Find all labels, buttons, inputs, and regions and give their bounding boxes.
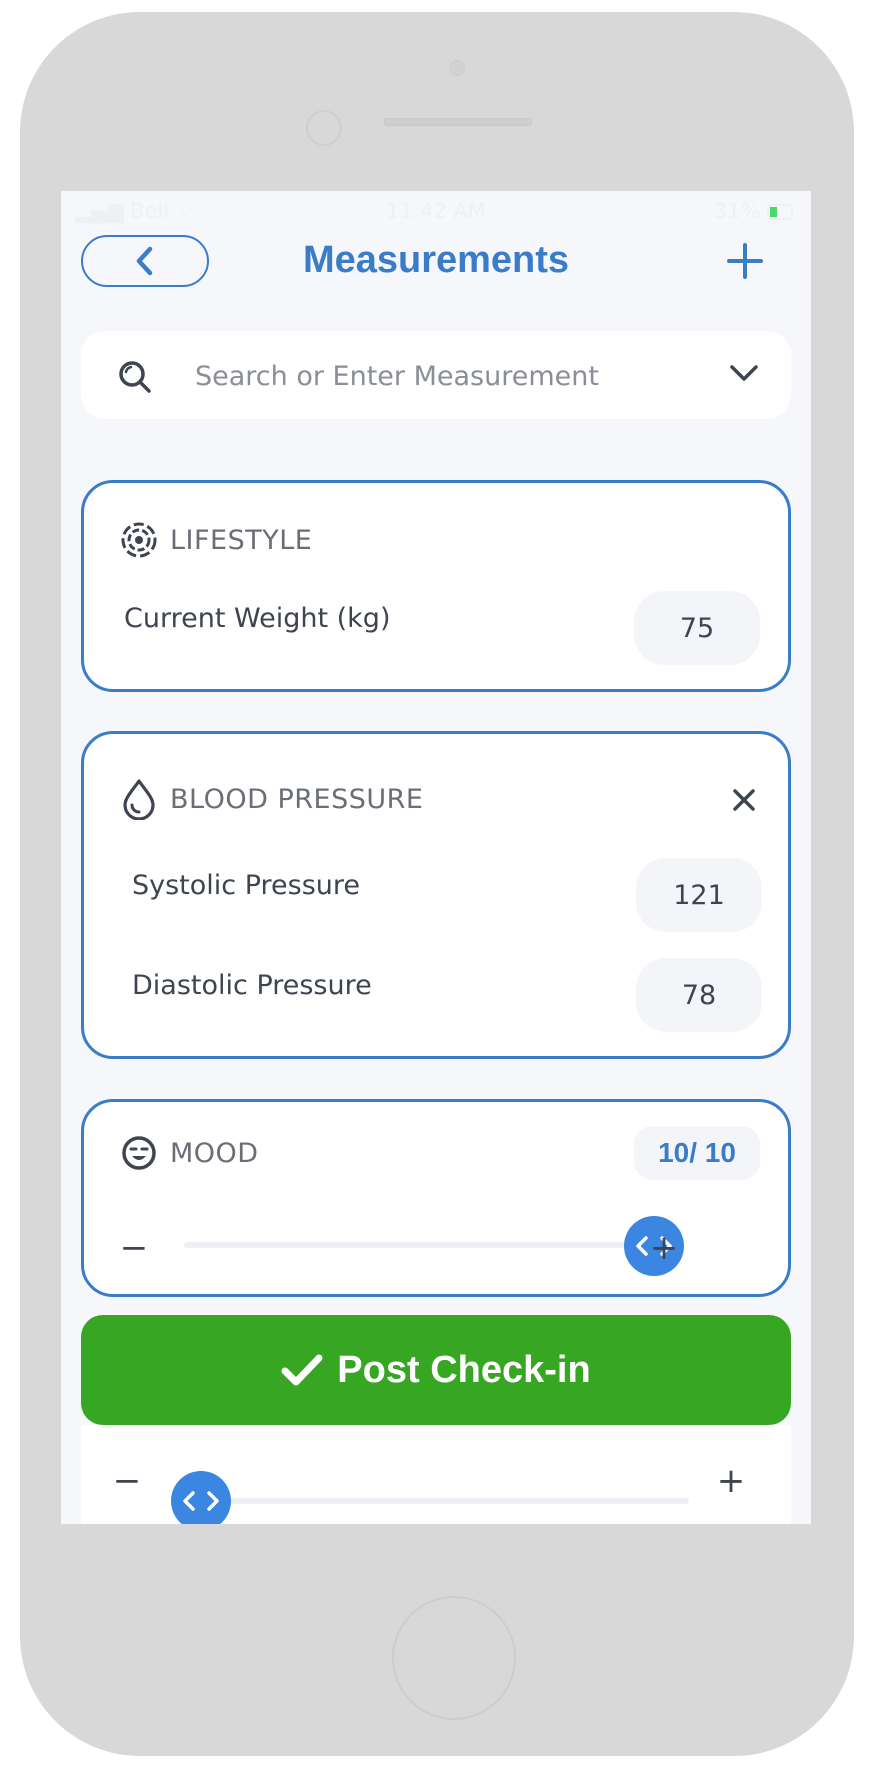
lifestyle-icon [121, 522, 157, 558]
droplet-icon [123, 779, 155, 820]
post-check-in-button[interactable]: Post Check-in [81, 1315, 791, 1425]
status-battery: 31% [714, 199, 793, 223]
status-bar: ▂▄▆ Bell ⌔ 11:42 AM 31% [61, 191, 811, 231]
app-screen: ▂▄▆ Bell ⌔ 11:42 AM 31% Measurements Sea… [61, 191, 811, 1524]
weight-label: Current Weight (kg) [124, 603, 391, 634]
post-check-in-label: Post Check-in [337, 1348, 591, 1391]
mood-decrease-button[interactable]: − [114, 1228, 154, 1268]
home-button[interactable] [392, 1596, 516, 1720]
blood-pressure-card: BLOOD PRESSURE Systolic Pressure 121 Dia… [81, 731, 791, 1059]
lifestyle-title: LIFESTYLE [170, 524, 313, 556]
slider-arrows-icon [183, 1491, 219, 1511]
blood-pressure-header: BLOOD PRESSURE [120, 778, 423, 820]
search-bar [81, 331, 791, 419]
phone-camera [306, 110, 342, 146]
battery-percent: 31% [713, 199, 761, 223]
status-time: 11:42 AM [386, 199, 486, 223]
search-icon [119, 361, 151, 393]
mood-score-badge: 10/ 10 [634, 1126, 760, 1180]
systolic-label: Systolic Pressure [132, 870, 361, 901]
blood-pressure-title: BLOOD PRESSURE [170, 783, 424, 815]
mood-increase-button[interactable]: + [644, 1228, 684, 1268]
mood-slider-track[interactable] [184, 1242, 644, 1248]
lifestyle-header: LIFESTYLE [120, 521, 312, 559]
diastolic-value-field[interactable]: 78 [636, 958, 762, 1032]
page-title: Measurements [302, 239, 570, 281]
search-input[interactable] [193, 349, 697, 403]
plus-icon [727, 243, 763, 279]
chevron-down-icon[interactable] [729, 363, 759, 383]
mood-title: MOOD [170, 1137, 259, 1169]
lower-slider-track[interactable] [197, 1498, 689, 1504]
lower-decrease-button[interactable]: − [107, 1461, 147, 1501]
systolic-value-field[interactable]: 121 [636, 858, 762, 932]
mood-card: MOOD 10/ 10 − + [81, 1099, 791, 1297]
smiley-icon [122, 1136, 156, 1170]
weight-value-field[interactable]: 75 [634, 591, 760, 665]
mood-header: MOOD [120, 1134, 259, 1172]
phone-speaker [384, 118, 532, 126]
partial-card: − + [81, 1425, 791, 1524]
phone-sensor [449, 60, 465, 76]
add-measurement-button[interactable] [721, 237, 769, 285]
close-icon[interactable] [730, 786, 758, 814]
checkmark-icon [281, 1354, 323, 1386]
lower-increase-button[interactable]: + [711, 1461, 751, 1501]
lower-slider-thumb[interactable] [171, 1471, 231, 1524]
lifestyle-card: LIFESTYLE Current Weight (kg) 75 [81, 480, 791, 692]
battery-icon [767, 204, 793, 220]
diastolic-label: Diastolic Pressure [132, 970, 372, 1001]
